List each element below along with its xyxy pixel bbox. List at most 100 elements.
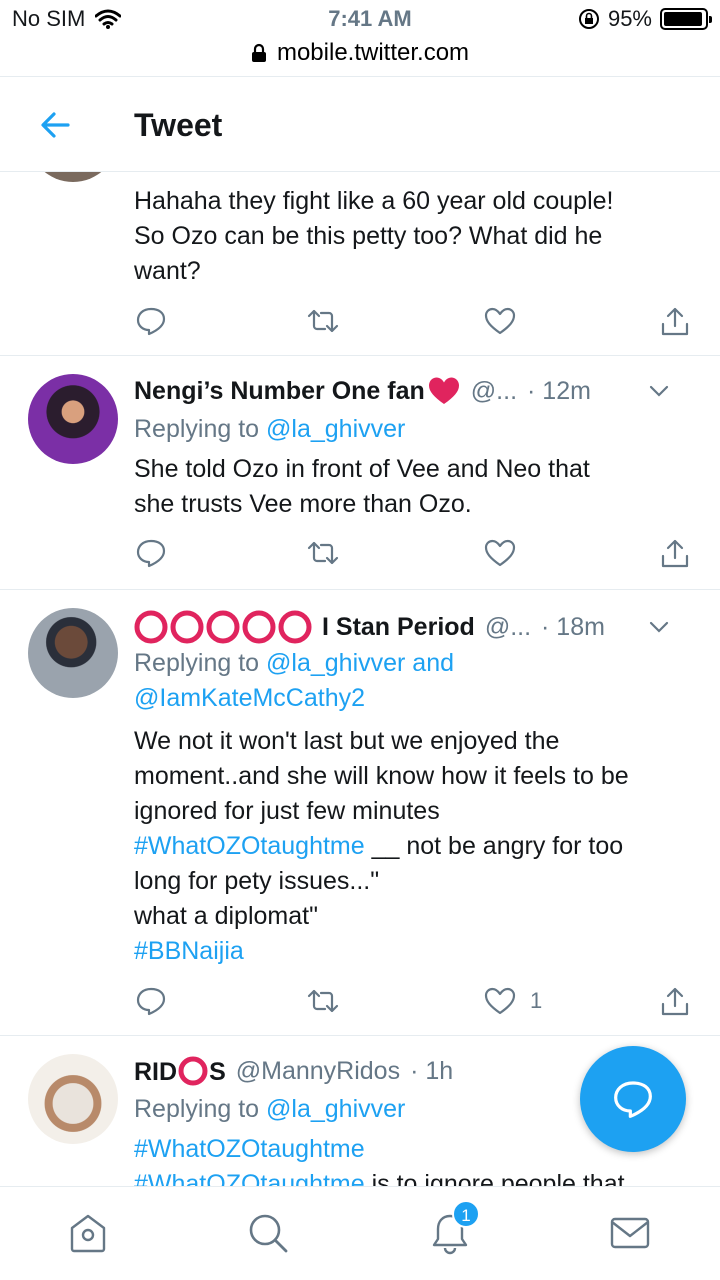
tweet-text-line: what a diplomat" bbox=[134, 902, 318, 930]
reply-icon bbox=[136, 987, 166, 1016]
avatar[interactable] bbox=[28, 374, 118, 464]
battery-percent: 95% bbox=[607, 6, 652, 31]
tweet-header: I Stan Period @... · 18m bbox=[134, 610, 700, 644]
chevron-down-icon[interactable] bbox=[648, 384, 670, 398]
heart-emoji-icon bbox=[428, 377, 459, 404]
tweet-time[interactable]: · 12m bbox=[527, 377, 591, 406]
hashtag-link[interactable]: #WhatOZOtaughtme bbox=[134, 1170, 365, 1186]
retweet-button[interactable] bbox=[306, 986, 340, 1016]
tweet-actions bbox=[134, 306, 694, 342]
tweet-header: Nengi’s Number One fan @... · 12m bbox=[134, 376, 700, 406]
tweet-text: We not it won't last but we enjoyed the … bbox=[134, 724, 696, 969]
avatar[interactable] bbox=[28, 608, 118, 698]
lock-icon bbox=[251, 43, 266, 62]
like-button[interactable]: 1 bbox=[484, 986, 542, 1016]
home-icon[interactable] bbox=[66, 1211, 110, 1255]
user-handle[interactable]: @... bbox=[471, 377, 517, 406]
reply-icon bbox=[136, 307, 166, 336]
retweet-button[interactable] bbox=[306, 306, 340, 336]
tweet-text: Hahaha they fight like a 60 year old cou… bbox=[134, 184, 696, 289]
tweet-text-line: We not it won't last but we enjoyed the bbox=[134, 727, 560, 755]
reply-icon bbox=[136, 539, 166, 568]
like-button[interactable] bbox=[484, 538, 516, 568]
retweet-icon bbox=[307, 989, 339, 1013]
retweet-icon bbox=[307, 541, 339, 565]
tweet-text-line: So Ozo can be this petty too? What did h… bbox=[134, 222, 603, 250]
tweet-text-span: __ not be angry for too bbox=[364, 832, 624, 860]
tweet-time[interactable]: · 1h bbox=[410, 1057, 453, 1086]
url-text: mobile.twitter.com bbox=[276, 39, 470, 66]
display-name-part: S bbox=[209, 1058, 226, 1086]
display-name[interactable]: Nengi’s Number One fan bbox=[134, 377, 425, 406]
like-button[interactable] bbox=[484, 306, 516, 336]
avatar[interactable] bbox=[28, 172, 118, 182]
hashtag-link[interactable]: #WhatOZOtaughtme bbox=[134, 1135, 365, 1163]
tweet-text-line: ignored for just few minutes bbox=[134, 797, 440, 825]
mention-link[interactable]: @la_ghivver bbox=[266, 415, 405, 443]
replying-label: Replying to bbox=[134, 1095, 267, 1123]
display-name[interactable]: RID S bbox=[134, 1056, 226, 1087]
mail-icon[interactable] bbox=[608, 1211, 652, 1255]
share-icon bbox=[661, 539, 689, 568]
like-icon bbox=[484, 539, 516, 567]
search-icon[interactable] bbox=[246, 1211, 290, 1255]
battery-fill bbox=[664, 12, 702, 26]
share-icon bbox=[661, 307, 689, 336]
replying-label: Replying to bbox=[134, 649, 267, 677]
red-circle-emoji-icon bbox=[178, 1056, 208, 1086]
share-icon bbox=[661, 987, 689, 1016]
display-name-part: RID bbox=[134, 1058, 178, 1086]
tweet-item[interactable]: Nengi’s Number One fan @... · 12m Replyi… bbox=[0, 356, 720, 590]
user-handle[interactable]: @... bbox=[485, 613, 531, 642]
replying-label: Replying to bbox=[134, 415, 267, 443]
replying-to: Replying to @la_ghivver bbox=[134, 1092, 405, 1127]
share-button[interactable] bbox=[660, 306, 690, 338]
tweet-time[interactable]: · 18m bbox=[541, 613, 605, 642]
like-icon bbox=[484, 987, 516, 1015]
tweet-text-span: is to ignore people that bbox=[364, 1170, 625, 1186]
tweet-text-line: want? bbox=[134, 257, 201, 285]
compose-reply-icon bbox=[614, 1081, 652, 1118]
reply-button[interactable] bbox=[136, 986, 166, 1016]
back-arrow-icon[interactable] bbox=[36, 105, 76, 145]
reply-button[interactable] bbox=[136, 538, 166, 568]
chevron-down-icon[interactable] bbox=[648, 620, 670, 634]
tweet-text-line: #WhatOZOtaughtme is to ignore people tha… bbox=[134, 1167, 696, 1186]
user-handle[interactable]: @MannyRidos bbox=[236, 1057, 400, 1086]
mention-link[interactable]: @la_ghivver and bbox=[266, 649, 454, 677]
reply-feed[interactable]: Hahaha they fight like a 60 year old cou… bbox=[0, 172, 720, 1186]
avatar[interactable] bbox=[28, 1054, 118, 1144]
orientation-lock-icon bbox=[578, 9, 599, 29]
page-header: Tweet bbox=[0, 76, 720, 172]
status-right: 95% bbox=[578, 6, 712, 32]
tweet-text-line: she trusts Vee more than Ozo. bbox=[134, 490, 472, 518]
tweet-item[interactable]: Hahaha they fight like a 60 year old cou… bbox=[0, 172, 720, 356]
tweet-text-line: She told Ozo in front of Vee and Neo tha… bbox=[134, 455, 590, 483]
compose-reply-button[interactable] bbox=[580, 1046, 686, 1152]
tweet-actions bbox=[134, 538, 694, 574]
like-icon bbox=[484, 307, 516, 335]
display-name[interactable]: I Stan Period bbox=[322, 613, 475, 642]
share-button[interactable] bbox=[660, 986, 690, 1018]
battery-icon bbox=[660, 8, 712, 30]
hashtag-link[interactable]: #BBNaijia bbox=[134, 937, 244, 965]
tweet-text-line: #WhatOZOtaughtme __ not be angry for too bbox=[134, 829, 696, 864]
share-button[interactable] bbox=[660, 538, 690, 570]
status-bar: No SIM 7:41 AM 95% bbox=[0, 0, 720, 40]
hashtag-link[interactable]: #WhatOZOtaughtme bbox=[134, 832, 365, 860]
red-circles-emoji-icon bbox=[134, 610, 312, 644]
mention-link[interactable]: @IamKateMcCathy2 bbox=[134, 684, 365, 712]
retweet-button[interactable] bbox=[306, 538, 340, 568]
tweet-text-line: Hahaha they fight like a 60 year old cou… bbox=[134, 187, 614, 215]
tweet-text-line: long for pety issues..." bbox=[134, 867, 380, 895]
like-count: 1 bbox=[530, 988, 543, 1013]
page-title: Tweet bbox=[134, 107, 223, 143]
tweet-text: She told Ozo in front of Vee and Neo tha… bbox=[134, 452, 696, 522]
replying-to: Replying to @la_ghivver bbox=[134, 412, 405, 447]
mention-link[interactable]: @la_ghivver bbox=[266, 1095, 405, 1123]
tweet-item[interactable]: I Stan Period @... · 18m Replying to @la… bbox=[0, 590, 720, 1036]
reply-button[interactable] bbox=[136, 306, 166, 336]
bottom-tab-bar bbox=[0, 1186, 720, 1280]
url-bar[interactable]: mobile.twitter.com bbox=[0, 36, 720, 70]
tweet-text-line: moment..and she will know how it feels t… bbox=[134, 762, 629, 790]
